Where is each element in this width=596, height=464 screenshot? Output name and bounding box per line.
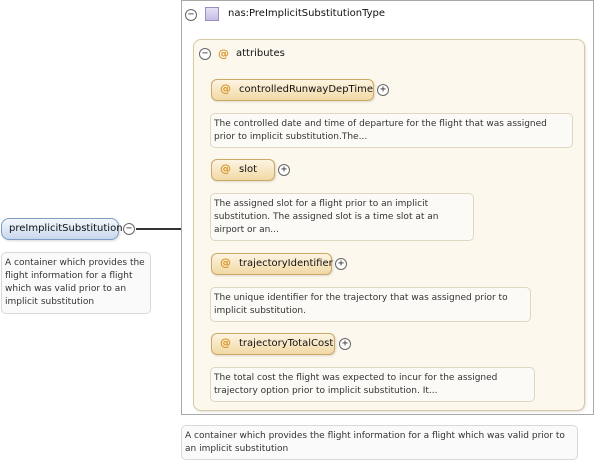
attribute-description: The assigned slot for a flight prior to … — [210, 193, 474, 241]
element-description: A container which provides the flight in… — [1, 252, 151, 314]
element-preimplicitsubstitution[interactable]: preImplicitSubstitution — [1, 218, 123, 240]
attribute-icon: @ — [220, 336, 231, 349]
attribute-icon: @ — [220, 256, 231, 269]
attribute-controlledrunwaydeptime[interactable]: @ controlledRunwayDepTime — [211, 79, 374, 101]
attribute-name: trajectoryTotalCost — [239, 338, 334, 349]
complex-type-icon — [205, 7, 219, 21]
attribute-expand-icon[interactable]: + — [339, 338, 351, 350]
attribute-name: slot — [239, 164, 258, 175]
attribute-description: The unique identifier for the trajectory… — [210, 287, 531, 322]
attributes-label: attributes — [236, 48, 285, 59]
attribute-name: trajectoryIdentifier — [239, 258, 333, 269]
element-name: preImplicitSubstitution — [9, 223, 123, 234]
type-name: nas:PreImplicitSubstitutionType — [228, 8, 386, 19]
attribute-trajectorytotalcost[interactable]: @ trajectoryTotalCost — [211, 333, 335, 355]
attribute-expand-icon[interactable]: + — [335, 258, 347, 270]
attribute-icon: @ — [220, 82, 231, 95]
attribute-trajectoryidentifier[interactable]: @ trajectoryIdentifier — [211, 253, 333, 275]
attribute-expand-icon[interactable]: + — [278, 164, 290, 176]
type-collapse-icon[interactable]: − — [185, 9, 197, 21]
attribute-description: The controlled date and time of departur… — [210, 113, 573, 148]
attribute-expand-icon[interactable]: + — [377, 84, 389, 96]
attribute-name: controlledRunwayDepTime — [239, 84, 374, 95]
attribute-slot[interactable]: @ slot — [211, 159, 275, 181]
element-collapse-icon[interactable]: − — [123, 223, 135, 235]
attribute-group-icon: @ — [218, 47, 229, 60]
element-connector — [136, 228, 181, 230]
attributes-collapse-icon[interactable]: − — [199, 48, 211, 60]
attribute-icon: @ — [220, 162, 231, 175]
attribute-description: The total cost the flight was expected t… — [210, 367, 535, 402]
type-description: A container which provides the flight in… — [181, 425, 578, 460]
